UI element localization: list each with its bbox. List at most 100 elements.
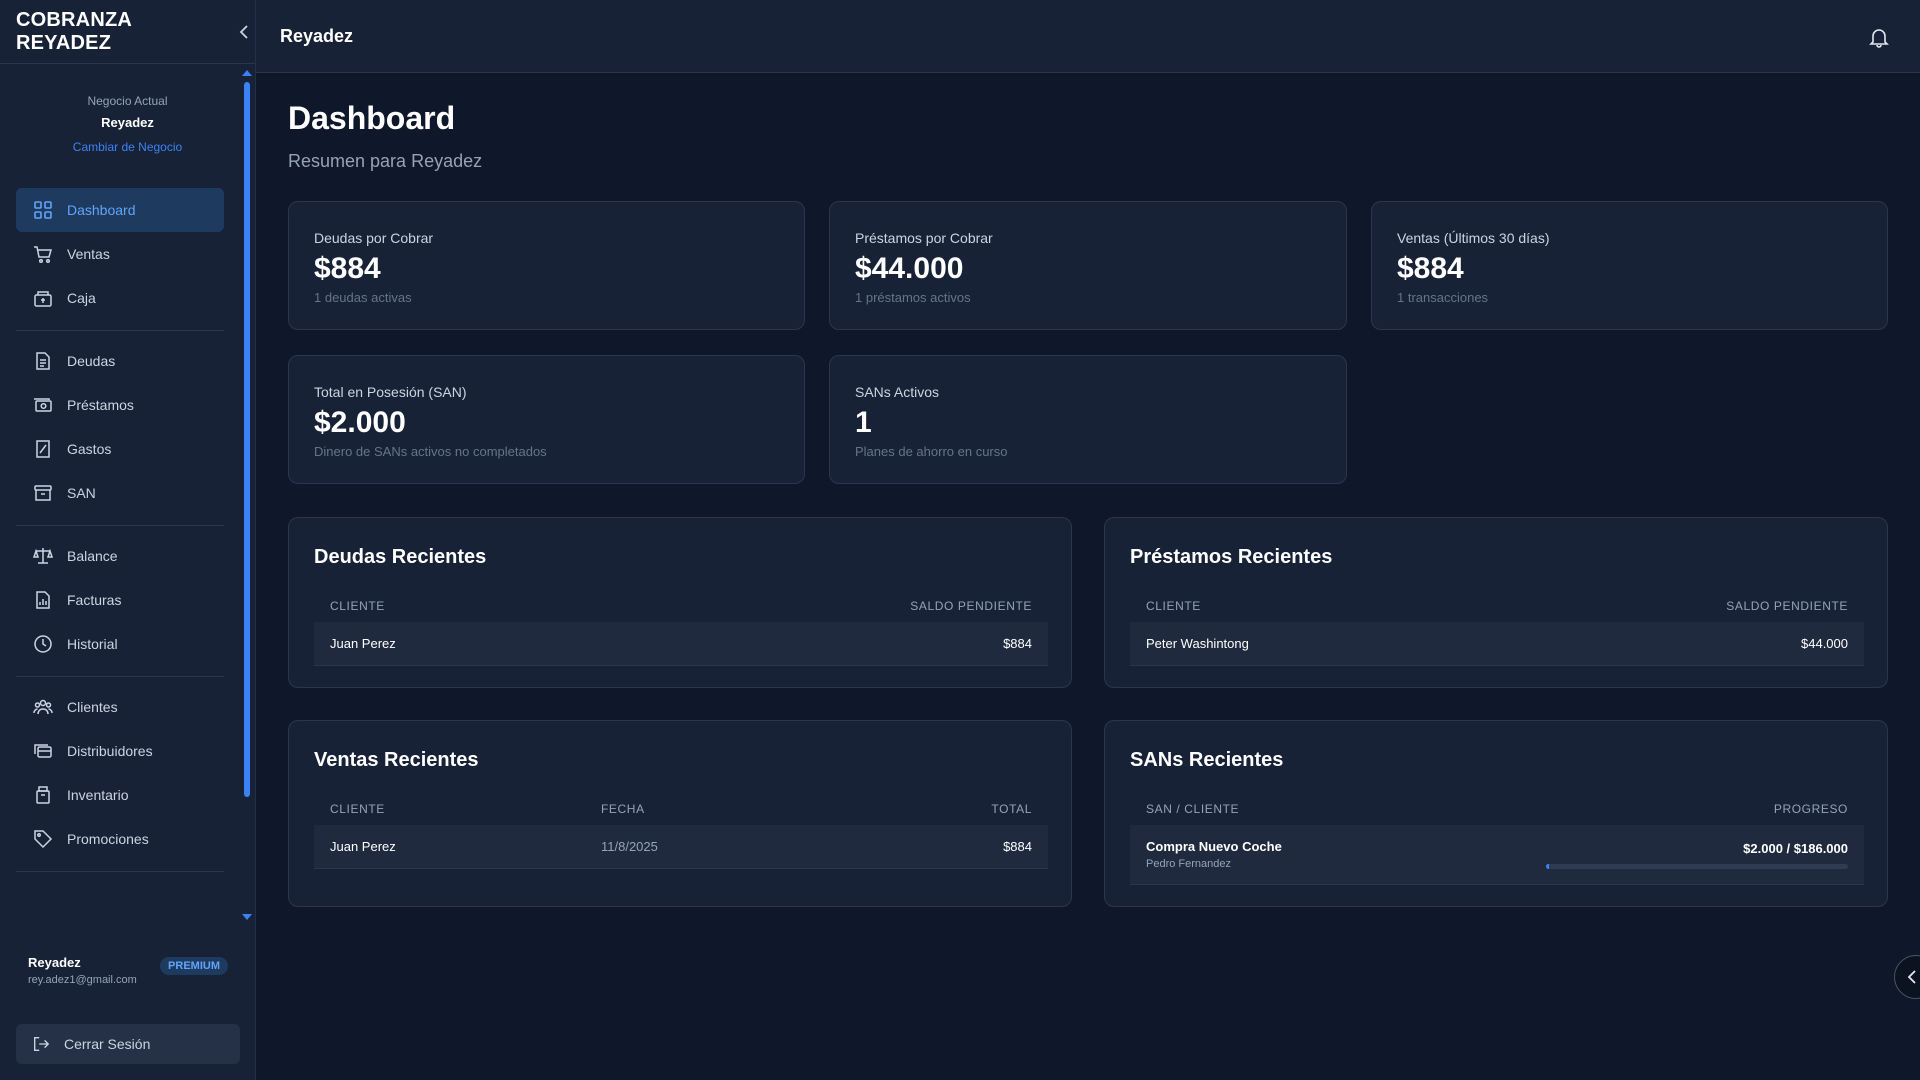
chevron-left-icon[interactable] [239, 22, 255, 42]
san-cell: Compra Nuevo Coche Pedro Fernandez [1146, 839, 1282, 870]
stat-value: $884 [1397, 252, 1464, 285]
stat-card-deudas: Deudas por Cobrar $884 1 deudas activas [288, 201, 805, 330]
column-header: CLIENTE [330, 599, 385, 613]
column-header: SALDO PENDIENTE [910, 599, 1032, 613]
progress-text: $2.000 / $186.000 [1743, 840, 1848, 856]
ventas-table: CLIENTE FECHA TOTAL Juan Perez 11/8/2025… [314, 793, 1048, 869]
business-name: Reyadez [101, 115, 154, 130]
topbar-title: Reyadez [280, 25, 354, 46]
chart-document-icon [36, 591, 50, 609]
stat-label: SANs Activos [855, 384, 940, 400]
stat-subtext: 1 deudas activas [314, 290, 412, 305]
sidebar: COBRANZA REYADEZ Negocio Actual Reyadez … [0, 0, 256, 1080]
sidebar-item-label: Distribuidores [67, 743, 153, 759]
sidebar-item-distribuidores[interactable]: Distribuidores [16, 729, 224, 773]
sidebar-item-san[interactable]: SAN [16, 471, 224, 515]
clock-icon [34, 635, 52, 653]
sidebar-item-label: Balance [67, 548, 118, 564]
san-name: Compra Nuevo Coche [1146, 839, 1282, 854]
nav-divider [16, 871, 224, 872]
stat-card-prestamos: Préstamos por Cobrar $44.000 1 préstamos… [829, 201, 1347, 330]
sidebar-nav: Dashboard Ventas Caja Deudas Préstamos G… [16, 188, 224, 880]
grid-icon [34, 201, 52, 219]
column-header: FECHA [601, 802, 645, 816]
sidebar-item-clientes[interactable]: Clientes [16, 685, 224, 729]
san-client: Pedro Fernandez [1146, 858, 1231, 870]
stat-value: $2.000 [314, 406, 406, 439]
users-icon [33, 699, 53, 715]
logout-icon [34, 1037, 50, 1051]
panel-deudas-recientes: Deudas Recientes CLIENTE SALDO PENDIENTE… [288, 517, 1072, 688]
cell-saldo: $44.000 [1801, 636, 1848, 651]
stat-value: 1 [855, 406, 872, 439]
sidebar-item-label: SAN [67, 485, 96, 501]
sidebar-scrollbar[interactable] [242, 70, 252, 920]
bell-icon[interactable] [1868, 26, 1890, 48]
table-row[interactable]: Compra Nuevo Coche Pedro Fernandez $2.00… [1130, 825, 1864, 885]
prestamos-table: CLIENTE SALDO PENDIENTE Peter Washintong… [1130, 590, 1864, 666]
sidebar-item-historial[interactable]: Historial [16, 622, 224, 666]
logout-button[interactable]: Cerrar Sesión [16, 1024, 240, 1064]
sidebar-item-dashboard[interactable]: Dashboard [16, 188, 224, 232]
stat-card-ventas: Ventas (Últimos 30 días) $884 1 transacc… [1371, 201, 1888, 330]
sans-table: SAN / CLIENTE PROGRESO Compra Nuevo Coch… [1130, 793, 1864, 885]
sidebar-item-inventario[interactable]: Inventario [16, 773, 224, 817]
sidebar-item-label: Préstamos [67, 397, 134, 413]
user-info: Reyadez rey.adez1@gmail.com PREMIUM [28, 955, 228, 986]
money-icon [34, 398, 52, 412]
column-header: PROGRESO [1773, 802, 1848, 816]
scroll-down-arrow-icon[interactable] [242, 914, 252, 920]
page-subtitle: Resumen para Reyadez [288, 151, 483, 171]
brand-title: COBRANZA REYADEZ [16, 8, 132, 54]
premium-badge: PREMIUM [160, 957, 228, 975]
topbar: Reyadez [256, 0, 1920, 73]
main-content: Dashboard Resumen para Reyadez [288, 100, 1888, 172]
deudas-table: CLIENTE SALDO PENDIENTE Juan Perez $884 [314, 590, 1048, 666]
business-label: Negocio Actual [87, 94, 168, 108]
floating-toggle-button[interactable] [1894, 955, 1920, 999]
panel-title: SANs Recientes [1130, 749, 1284, 771]
cell-cliente: Juan Perez [330, 636, 396, 651]
cell-total: $884 [1003, 839, 1032, 854]
stat-subtext: Planes de ahorro en curso [855, 444, 1008, 459]
column-header: SALDO PENDIENTE [1726, 599, 1848, 613]
user-email: rey.adez1@gmail.com [28, 974, 137, 986]
table-row[interactable]: Juan Perez $884 [314, 622, 1048, 666]
stat-subtext: 1 préstamos activos [855, 290, 971, 305]
column-header: TOTAL [991, 802, 1032, 816]
sidebar-item-balance[interactable]: Balance [16, 534, 224, 578]
stat-label: Préstamos por Cobrar [855, 230, 993, 246]
sidebar-item-label: Promociones [67, 831, 149, 847]
table-row[interactable]: Peter Washintong $44.000 [1130, 622, 1864, 666]
sidebar-item-deudas[interactable]: Deudas [16, 339, 224, 383]
cards-icon [34, 744, 52, 758]
change-business-link[interactable]: Cambiar de Negocio [73, 140, 182, 154]
scroll-up-arrow-icon[interactable] [242, 70, 252, 76]
table-header: SAN / CLIENTE PROGRESO [1130, 793, 1864, 825]
progress-bar-fill [1546, 863, 1550, 869]
brand-header: COBRANZA REYADEZ [0, 0, 255, 64]
sidebar-item-promociones[interactable]: Promociones [16, 817, 224, 861]
stat-label: Deudas por Cobrar [314, 230, 434, 246]
page-title: Dashboard [288, 100, 456, 136]
scrollbar-thumb[interactable] [244, 82, 250, 797]
sidebar-item-label: Historial [67, 636, 118, 652]
progress-bar [1546, 863, 1848, 869]
sidebar-item-caja[interactable]: Caja [16, 276, 224, 320]
cell-saldo: $884 [1003, 636, 1032, 651]
table-header: CLIENTE SALDO PENDIENTE [314, 590, 1048, 622]
stat-value: $884 [314, 252, 381, 285]
sidebar-item-facturas[interactable]: Facturas [16, 578, 224, 622]
sidebar-item-ventas[interactable]: Ventas [16, 232, 224, 276]
logout-label: Cerrar Sesión [64, 1036, 151, 1052]
panel-title: Préstamos Recientes [1130, 546, 1333, 568]
table-header: CLIENTE SALDO PENDIENTE [1130, 590, 1864, 622]
stat-label: Ventas (Últimos 30 días) [1397, 230, 1550, 246]
nav-divider [16, 676, 224, 677]
sidebar-item-gastos[interactable]: Gastos [16, 427, 224, 471]
sidebar-item-prestamos[interactable]: Préstamos [16, 383, 224, 427]
box-icon [36, 786, 50, 804]
stat-subtext: Dinero de SANs activos no completados [314, 444, 547, 459]
sidebar-item-label: Gastos [67, 441, 112, 457]
table-row[interactable]: Juan Perez 11/8/2025 $884 [314, 825, 1048, 869]
